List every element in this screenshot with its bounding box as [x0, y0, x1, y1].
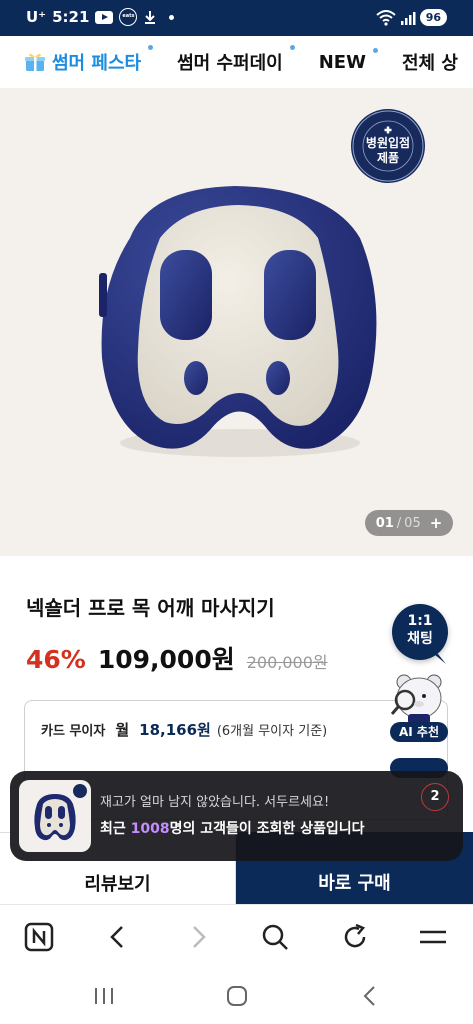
tab-label: 썸머 페스타 — [52, 53, 142, 74]
status-bar: U⁺ 5:21 eats 96 — [0, 0, 473, 36]
status-left: U⁺ 5:21 eats — [26, 8, 175, 26]
product-image-carousel[interactable]: 병원입점 제품 01 / 05 + — [0, 88, 473, 556]
sale-price: 109,000원 — [97, 645, 235, 674]
search-button[interactable] — [259, 921, 291, 953]
toast-view-count-text: 최근 1008명의 고객들이 조회한 상품입니다 — [100, 818, 365, 838]
home-button-icon — [227, 986, 247, 1006]
toast-prefix: 최근 — [100, 821, 131, 837]
notification-dot-icon — [169, 14, 175, 20]
toast-warning-text: 재고가 얼마 남지 않았습니다. 서두르세요! — [100, 795, 330, 810]
refresh-button[interactable] — [339, 921, 371, 953]
clock: 5:21 — [52, 8, 90, 26]
image-counter[interactable]: 01 / 05 + — [365, 510, 453, 536]
status-right: 96 — [376, 9, 447, 26]
monthly-amount: 18,166원 — [139, 721, 211, 739]
tab-summer-superday[interactable]: 썸머 수퍼데이 — [159, 45, 301, 75]
bear-mascot-icon — [390, 674, 442, 724]
naver-home-icon — [24, 922, 54, 952]
recent-apps-icon — [95, 988, 113, 1004]
new-dot — [148, 45, 154, 50]
counter-separator: / — [396, 515, 402, 531]
chat-label-line2: 채팅 — [407, 631, 433, 647]
back-nav-icon — [363, 986, 375, 1006]
ai-recommend-button[interactable]: AI 추천 — [386, 668, 452, 748]
forward-button[interactable] — [182, 921, 214, 953]
toast-counter-badge[interactable]: 2 — [421, 783, 449, 811]
gift-box-icon — [25, 53, 45, 71]
browser-toolbar — [0, 904, 473, 968]
menu-button[interactable] — [417, 921, 449, 953]
card-installment-line: 카드 무이자 월 18,166원 (6개월 무이자 기준) — [41, 719, 327, 740]
recent-apps-button[interactable] — [88, 980, 120, 1012]
system-home-button[interactable] — [221, 980, 253, 1012]
new-dot — [289, 45, 295, 50]
new-dot — [372, 47, 378, 53]
forward-icon — [193, 926, 206, 948]
installment-note: (6개월 무이자 기준) — [216, 724, 328, 739]
carrier-label: U⁺ — [26, 8, 47, 26]
system-back-button[interactable] — [354, 980, 386, 1012]
product-title: 넥숄더 프로 목 어깨 마사지기 — [26, 596, 275, 620]
original-price: 200,000원 — [246, 653, 328, 672]
system-navigation-bar — [0, 968, 473, 1024]
youtube-icon — [95, 10, 114, 24]
tab-label: 썸머 수퍼데이 — [177, 53, 283, 74]
ai-recommend-label: AI 추천 — [390, 722, 448, 742]
wifi-icon — [376, 9, 396, 26]
chat-label-line1: 1:1 — [407, 613, 433, 629]
discount-rate: 46% — [26, 645, 86, 674]
refresh-icon — [344, 923, 366, 948]
expand-plus-icon[interactable]: + — [430, 514, 443, 532]
stock-toast[interactable]: 재고가 얼마 남지 않았습니다. 서두르세요! 최근 1008명의 고객들이 조… — [10, 771, 463, 861]
counter-current: 01 — [375, 515, 394, 531]
hospital-seal-badge: 병원입점 제품 — [350, 108, 426, 184]
home-button[interactable] — [23, 921, 55, 953]
coupang-eats-icon: eats — [119, 8, 138, 26]
card-label: 카드 무이자 — [41, 724, 106, 739]
toast-count: 1008 — [130, 821, 170, 837]
toast-product-thumbnail — [19, 780, 91, 852]
battery-indicator: 96 — [419, 9, 447, 26]
toast-suffix: 명의 고객들이 조회한 상품입니다 — [169, 821, 365, 837]
tab-all[interactable]: 전체 상 — [384, 49, 473, 75]
category-tabs: 썸머 페스타 썸머 수퍼데이 NEW 전체 상 — [0, 36, 473, 88]
back-button[interactable] — [102, 921, 134, 953]
chat-button[interactable]: 1:1 채팅 — [392, 604, 448, 664]
menu-icon — [420, 930, 446, 944]
month-label: 월 — [115, 721, 130, 739]
back-icon — [110, 926, 123, 948]
download-icon — [145, 11, 156, 24]
signal-icon — [400, 11, 416, 25]
tab-new[interactable]: NEW — [301, 47, 384, 73]
tab-summer-festa[interactable]: 썸머 페스타 — [0, 45, 159, 75]
tab-label: 전체 상 — [401, 53, 458, 74]
product-thumbnail-image — [34, 784, 87, 841]
chat-tail-icon — [434, 654, 446, 664]
search-icon — [262, 924, 288, 950]
seal-text: 병원입점 제품 — [365, 136, 411, 165]
tab-label: NEW — [318, 51, 366, 73]
price-row: 46% 109,000원 200,000원 — [26, 640, 328, 676]
counter-total: 05 — [404, 515, 421, 531]
